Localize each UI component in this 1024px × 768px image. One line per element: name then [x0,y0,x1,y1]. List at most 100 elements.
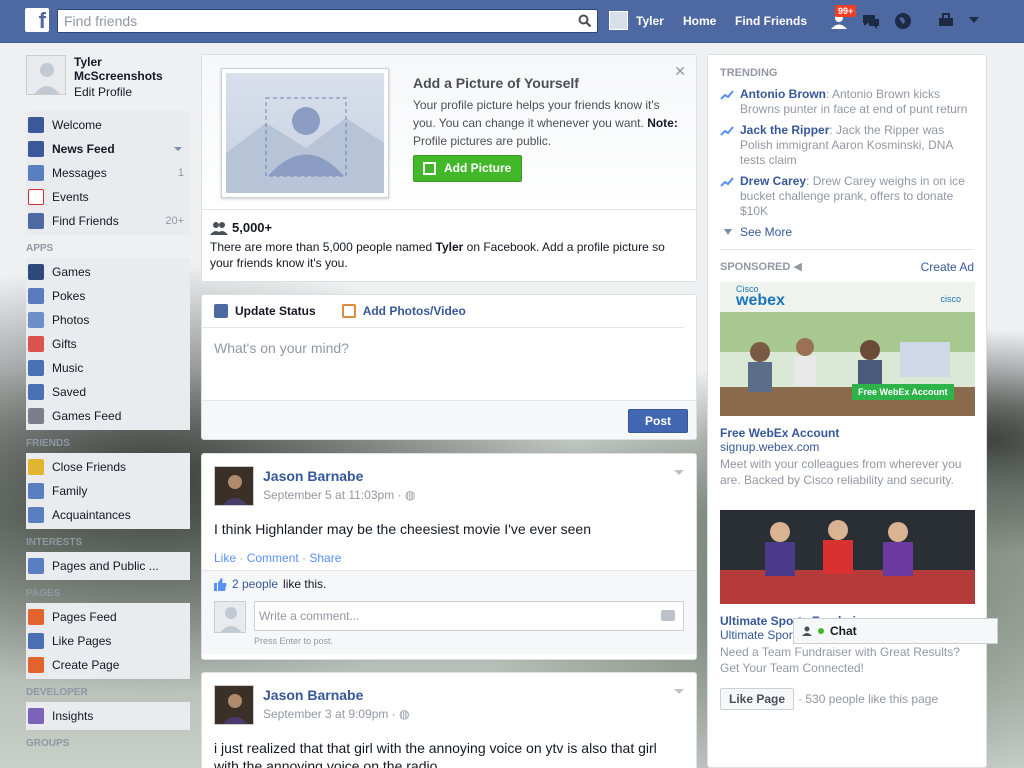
like-pages-icon [28,633,44,649]
avatar[interactable] [214,466,254,506]
trending-item[interactable]: Jack the Ripper: Jack the Ripper was Pol… [720,123,974,168]
search-icon[interactable] [578,14,592,28]
camera-icon[interactable] [661,610,675,621]
sidebar-item-family[interactable]: Family [26,479,190,503]
profile-picture-placeholder[interactable] [221,68,389,198]
post-header: Jason Barnabe September 5 at 11:03pm · ◍ [202,454,696,506]
trending-item[interactable]: Drew Carey: Drew Carey weighs in on ice … [720,174,974,219]
edit-profile-link[interactable]: Edit Profile [74,85,174,99]
webex-ad-image[interactable]: Cisco webex cisco Free WebEx Account [720,282,975,416]
left-sidebar: Tyler McScreenshots Edit Profile Welcome… [26,55,190,753]
comment-link[interactable]: Comment [247,551,299,565]
sidebar-item-games-feed[interactable]: Games Feed [26,404,190,428]
post-header: Jason Barnabe September 3 at 9:09pm · ◍ [202,673,696,725]
add-picture-button[interactable]: Add Picture [413,155,523,182]
chevron-down-icon[interactable] [674,470,684,475]
nav-friends: Close Friends Family Acquaintances [26,453,190,529]
ad-title[interactable]: Free WebEx Account [708,416,986,440]
post-date[interactable]: September 3 at 9:09pm · ◍ [263,707,410,721]
see-more-link[interactable]: See More [720,225,974,239]
chevron-down-icon[interactable] [674,689,684,694]
silhouette-icon [226,97,384,193]
post-author[interactable]: Jason Barnabe [263,468,415,484]
sidebar-item-pokes[interactable]: Pokes [26,284,190,308]
sidebar-item-pages-feed[interactable]: Pages Feed [26,605,190,629]
sponsored-heading: SPONSORED ◀ [720,261,802,273]
like-page-button[interactable]: Like Page [720,688,795,710]
acquaintances-icon [28,507,44,523]
sidebar-item-games[interactable]: Games [26,260,190,284]
like-link[interactable]: Like [214,551,236,565]
post-author[interactable]: Jason Barnabe [263,687,410,703]
sports-ad-image[interactable] [720,510,975,604]
pages-public-icon [28,558,44,574]
sidebar-item-insights[interactable]: Insights [26,704,190,728]
sidebar-item-welcome[interactable]: Welcome [26,113,190,137]
chat-bar[interactable]: Chat [793,618,998,644]
sidebar-item-gifts[interactable]: Gifts [26,332,190,356]
ad-url[interactable]: signup.webex.com [708,440,986,454]
top-user-link[interactable]: Tyler [609,11,664,30]
avatar [609,11,628,30]
sidebar-item-messages[interactable]: Messages 1 [26,161,190,185]
sidebar-item-music[interactable]: Music [26,356,190,380]
chevron-down-icon [724,229,732,235]
likes-people-link[interactable]: 2 people [232,577,278,591]
user-photo-icon [215,686,253,724]
status-input[interactable]: What's on your mind? [202,328,696,392]
trending-arrow-icon [720,90,734,100]
trending-section: TRENDING Antonio Brown: Antonio Brown ki… [708,55,986,239]
sidebar-item-saved[interactable]: Saved [26,380,190,404]
free-webex-cta[interactable]: Free WebEx Account [852,384,954,400]
search-box [57,9,598,33]
developer-heading: DEVELOPER [26,687,88,698]
profile-card-top: Add a Picture of Yourself Your profile p… [202,55,696,210]
privacy-shortcuts-icon[interactable] [938,13,954,27]
gamepad-icon [28,408,44,424]
sidebar-item-photos[interactable]: Photos [26,308,190,332]
composer-tabs: Update Status Add Photos/Video [202,295,684,328]
interests-heading: INTERESTS [26,537,83,548]
globe-icon[interactable] [892,10,914,32]
sidebar-item-close-friends[interactable]: Close Friends [26,455,190,479]
music-icon [28,360,44,376]
home-link[interactable]: Home [683,14,716,28]
facebook-logo-icon[interactable]: f [25,8,49,33]
profile-name[interactable]: Tyler McScreenshots [74,55,174,83]
messages-icon[interactable] [860,10,882,32]
hockey-kids-photo [720,510,975,604]
sidebar-item-acquaintances[interactable]: Acquaintances [26,503,190,527]
sidebar-item-pages-public[interactable]: Pages and Public ... [26,554,190,578]
messages-icon [28,165,44,181]
nav-pages: Pages Feed Like Pages Create Page [26,603,190,679]
close-icon[interactable]: ✕ [674,63,686,80]
status-composer: Update Status Add Photos/Video What's on… [201,294,697,440]
trending-item[interactable]: Antonio Brown: Antonio Brown kicks Brown… [720,87,974,117]
post-date[interactable]: September 5 at 11:03pm · ◍ [263,488,415,502]
sidebar-item-find-friends[interactable]: Find Friends 20+ [26,209,190,233]
user-photo-icon [215,467,253,505]
sidebar-item-create-page[interactable]: Create Page [26,653,190,677]
search-input[interactable] [58,10,558,32]
tab-add-photos[interactable]: Add Photos/Video [341,304,466,318]
find-friends-link[interactable]: Find Friends [735,14,807,28]
trending-arrow-icon [720,177,734,187]
avatar [214,601,246,633]
chevron-down-icon[interactable] [968,16,980,24]
post-body: i just realized that that girl with the … [214,740,657,768]
post-button[interactable]: Post [628,409,688,433]
avatar[interactable] [26,55,66,95]
nav-apps: Games Pokes Photos Gifts Music Saved Gam… [26,258,190,430]
avatar[interactable] [214,685,254,725]
pages-feed-icon [28,609,44,625]
sidebar-item-like-pages[interactable]: Like Pages [26,629,190,653]
sidebar-item-news-feed[interactable]: News Feed [26,137,190,161]
chevron-down-icon[interactable] [174,147,182,151]
create-ad-link[interactable]: Create Ad [921,260,974,274]
comment-input[interactable]: Write a comment... [254,601,684,631]
post-likes: 2 people like this. [202,570,696,597]
bookmark-icon [28,384,44,400]
tab-update-status[interactable]: Update Status [214,304,316,318]
sidebar-item-events[interactable]: Events [26,185,190,209]
share-link[interactable]: Share [309,551,341,565]
